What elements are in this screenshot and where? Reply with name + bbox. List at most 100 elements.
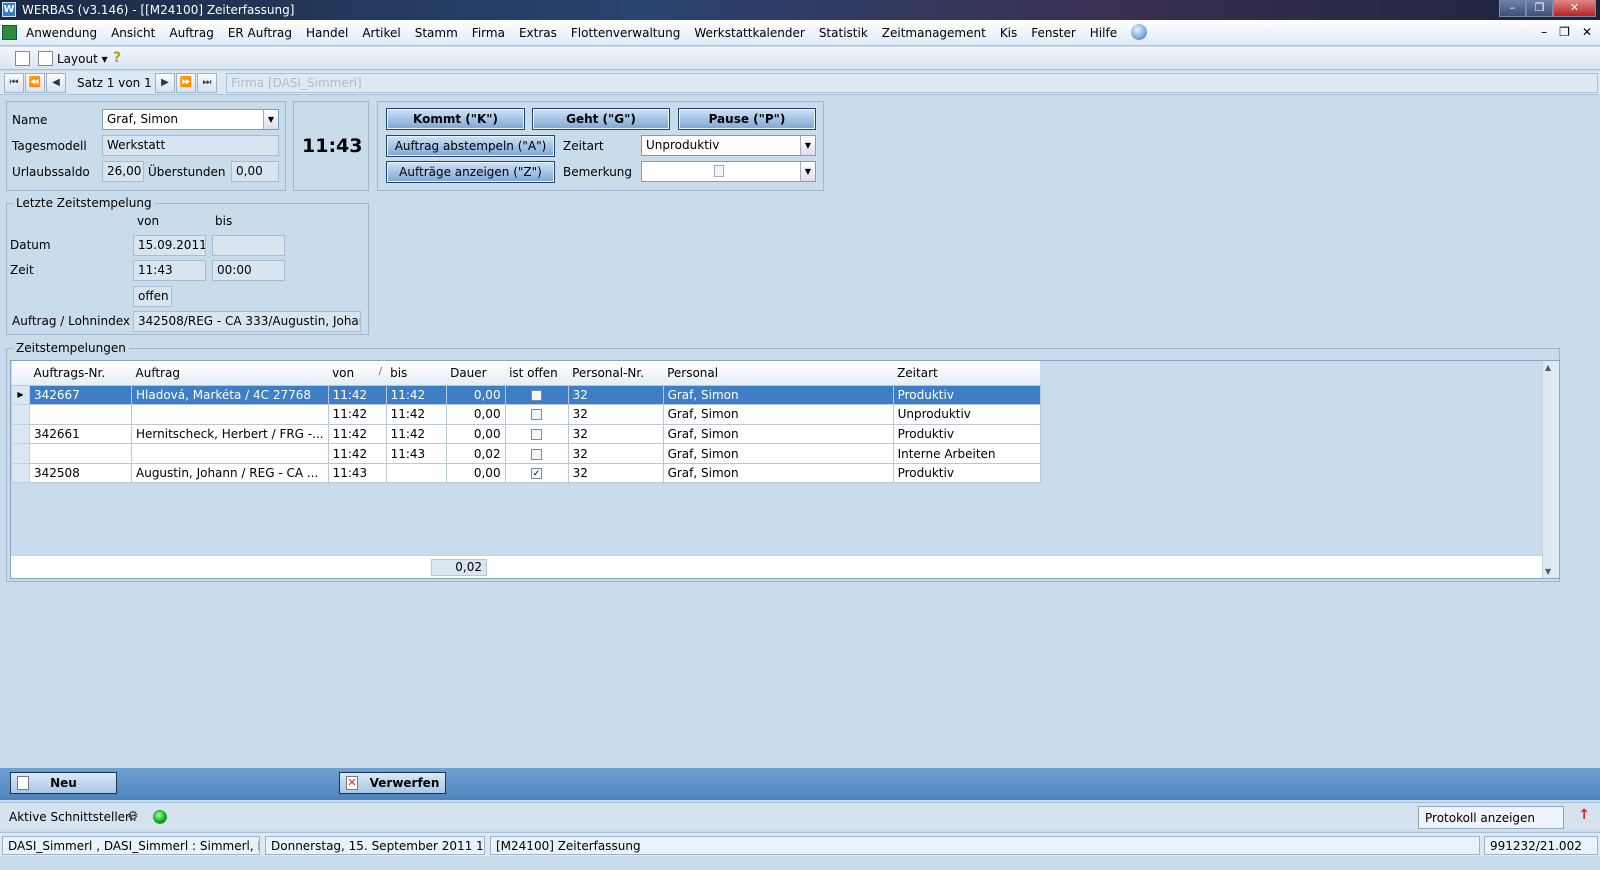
last-record-button[interactable]: ⏭ bbox=[197, 73, 217, 93]
first-record-button[interactable]: ⏮ bbox=[4, 73, 24, 93]
table-row[interactable]: ▶ 342667 Hladová, Markéta / 4C 27768 11:… bbox=[11, 384, 1041, 406]
cell-auftrags-nr[interactable]: 342508 bbox=[29, 462, 132, 484]
ist-offen-checkbox[interactable] bbox=[531, 428, 543, 440]
cell-auftrag[interactable]: Augustin, Johann / REG - CA ... bbox=[131, 462, 329, 484]
cell-personal[interactable]: Graf, Simon bbox=[662, 443, 894, 464]
col-auftrag[interactable]: Auftrag bbox=[131, 361, 329, 386]
menu-zeitmanagement[interactable]: Zeitmanagement bbox=[882, 26, 986, 40]
new-document-icon[interactable] bbox=[15, 51, 30, 66]
cell-dauer[interactable]: 0,00 bbox=[445, 384, 506, 406]
cell-personal[interactable]: Graf, Simon bbox=[662, 462, 894, 484]
scroll-down-icon[interactable]: ▼ bbox=[1545, 567, 1551, 576]
globe-icon[interactable] bbox=[1131, 24, 1148, 40]
col-personal-nr[interactable]: Personal-Nr. bbox=[568, 361, 664, 386]
prev-record-button[interactable]: ◀ bbox=[46, 73, 66, 93]
col-dauer[interactable]: Dauer bbox=[446, 361, 506, 386]
cell-zeitart[interactable]: Produktiv bbox=[892, 384, 1041, 406]
chevron-down-icon[interactable]: ▼ bbox=[800, 162, 815, 181]
next-record-button[interactable]: ▶ bbox=[155, 73, 175, 93]
kommt-button[interactable]: Kommt ("K") bbox=[386, 108, 525, 130]
ist-offen-checkbox[interactable] bbox=[531, 389, 543, 401]
menu-auftrag[interactable]: Auftrag bbox=[169, 26, 213, 40]
menu-fenster[interactable]: Fenster bbox=[1031, 26, 1076, 40]
menu-flottenverwaltung[interactable]: Flottenverwaltung bbox=[571, 26, 680, 40]
menu-handel[interactable]: Handel bbox=[306, 26, 348, 40]
cell-zeitart[interactable]: Produktiv bbox=[892, 423, 1041, 445]
cell-auftrag[interactable]: Hernitscheck, Herbert / FRG -... bbox=[131, 423, 329, 445]
table-row[interactable]: 342661 Hernitscheck, Herbert / FRG -... … bbox=[11, 423, 1041, 445]
mdi-minimize-button[interactable]: – bbox=[1541, 25, 1547, 39]
cell-zeitart[interactable]: Unproduktiv bbox=[892, 404, 1041, 425]
close-button[interactable]: ✕ bbox=[1553, 0, 1596, 17]
cell-zeitart[interactable]: Interne Arbeiten bbox=[892, 443, 1041, 464]
cell-von[interactable]: 11:42 bbox=[327, 404, 387, 425]
prev-page-button[interactable]: ⏪ bbox=[25, 73, 45, 93]
cell-ist-offen[interactable] bbox=[504, 443, 569, 464]
cell-personal-nr[interactable]: 32 bbox=[567, 404, 664, 425]
chevron-down-icon[interactable]: ▼ bbox=[800, 136, 815, 155]
current-row-arrow-icon[interactable]: ▶ bbox=[11, 384, 30, 406]
menu-firma[interactable]: Firma bbox=[472, 26, 505, 40]
mdi-close-button[interactable]: ✕ bbox=[1582, 25, 1592, 39]
cell-ist-offen[interactable] bbox=[504, 404, 569, 425]
cell-personal-nr[interactable]: 32 bbox=[567, 462, 664, 484]
cell-personal-nr[interactable]: 32 bbox=[567, 384, 664, 406]
cell-ist-offen[interactable] bbox=[504, 423, 569, 445]
next-page-button[interactable]: ⏩ bbox=[176, 73, 196, 93]
cell-auftrags-nr[interactable]: 342661 bbox=[29, 423, 132, 445]
alert-arrow-icon[interactable]: ↑ bbox=[1578, 807, 1590, 823]
grid-scrollbar[interactable]: ▲ ▼ bbox=[1542, 361, 1559, 578]
row-header[interactable] bbox=[11, 423, 30, 445]
menu-kis[interactable]: Kis bbox=[1000, 26, 1017, 40]
cell-bis[interactable]: 11:43 bbox=[385, 443, 447, 464]
layout-icon[interactable] bbox=[38, 51, 53, 66]
table-row[interactable]: 11:42 11:43 0,02 32 Graf, Simon Interne … bbox=[11, 443, 1041, 464]
cell-personal-nr[interactable]: 32 bbox=[567, 423, 664, 445]
cell-von[interactable]: 11:42 bbox=[327, 384, 387, 406]
col-personal[interactable]: Personal bbox=[663, 361, 894, 386]
interface-plug-icon[interactable]: ⚙ bbox=[127, 809, 139, 824]
cell-dauer[interactable]: 0,00 bbox=[445, 404, 506, 425]
cell-personal[interactable]: Graf, Simon bbox=[662, 404, 894, 425]
cell-dauer[interactable]: 0,02 bbox=[445, 443, 506, 464]
cell-auftrag[interactable] bbox=[131, 404, 329, 425]
cell-bis[interactable]: 11:42 bbox=[385, 423, 447, 445]
ist-offen-checkbox[interactable]: ✓ bbox=[531, 468, 543, 480]
menu-ansicht[interactable]: Ansicht bbox=[111, 26, 155, 40]
col-auftrags-nr[interactable]: Auftrags-Nr. bbox=[29, 361, 132, 386]
row-header[interactable] bbox=[11, 462, 30, 484]
auftraege-anzeigen-button[interactable]: Aufträge anzeigen ("Z") bbox=[386, 161, 555, 183]
ist-offen-checkbox[interactable] bbox=[531, 409, 543, 421]
help-icon[interactable]: ? bbox=[113, 50, 121, 66]
minimize-button[interactable]: – bbox=[1499, 0, 1526, 17]
cell-personal[interactable]: Graf, Simon bbox=[662, 384, 894, 406]
cell-von[interactable]: 11:42 bbox=[327, 443, 387, 464]
row-header[interactable] bbox=[11, 443, 30, 464]
mdi-restore-button[interactable]: ❐ bbox=[1559, 25, 1570, 39]
cell-auftrags-nr[interactable] bbox=[29, 404, 132, 425]
table-row[interactable]: 342508 Augustin, Johann / REG - CA ... 1… bbox=[11, 462, 1041, 484]
ist-offen-checkbox[interactable] bbox=[531, 448, 543, 460]
cell-dauer[interactable]: 0,00 bbox=[445, 423, 506, 445]
col-von[interactable]: von / bbox=[328, 361, 387, 386]
verwerfen-button[interactable]: ✕ Verwerfen bbox=[339, 772, 446, 794]
menu-er-auftrag[interactable]: ER Auftrag bbox=[228, 26, 292, 40]
neu-button[interactable]: Neu bbox=[10, 772, 117, 794]
cell-ist-offen[interactable] bbox=[504, 384, 569, 406]
cell-ist-offen[interactable]: ✓ bbox=[504, 462, 569, 484]
cell-von[interactable]: 11:42 bbox=[327, 423, 387, 445]
pause-button[interactable]: Pause ("P") bbox=[678, 108, 816, 130]
name-dropdown[interactable]: Graf, Simon ▼ bbox=[102, 109, 279, 130]
menu-stamm[interactable]: Stamm bbox=[415, 26, 458, 40]
menu-artikel[interactable]: Artikel bbox=[362, 26, 400, 40]
layout-dropdown[interactable]: Layout ▾ bbox=[57, 52, 108, 66]
cell-bis[interactable] bbox=[385, 462, 447, 484]
cell-auftrag[interactable] bbox=[131, 443, 329, 464]
cell-auftrag[interactable]: Hladová, Markéta / 4C 27768 bbox=[131, 384, 329, 406]
row-header[interactable] bbox=[11, 404, 30, 425]
cell-zeitart[interactable]: Produktiv bbox=[892, 462, 1041, 484]
mdi-document-icon[interactable] bbox=[2, 25, 17, 40]
cell-auftrags-nr[interactable]: 342667 bbox=[29, 384, 132, 406]
chevron-down-icon[interactable]: ▼ bbox=[263, 110, 278, 129]
col-zeitart[interactable]: Zeitart bbox=[893, 361, 1041, 386]
